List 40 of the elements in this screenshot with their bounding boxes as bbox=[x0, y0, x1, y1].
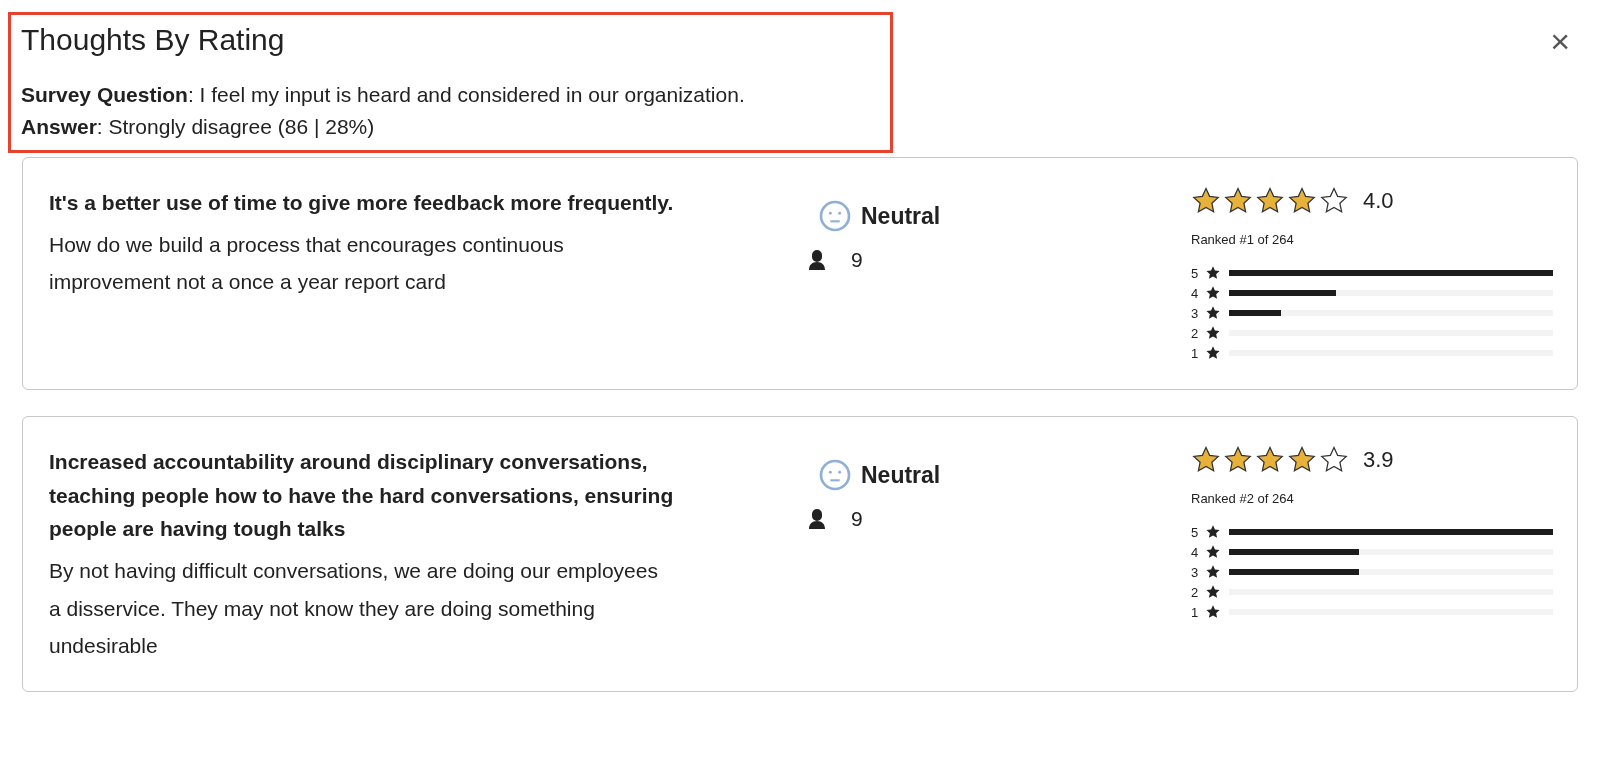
star-icon bbox=[1205, 345, 1221, 361]
survey-question: Survey Question: I feel my input is heard and considered in our organization. bbox=[21, 82, 746, 108]
average-rating: 3.9 bbox=[1363, 447, 1394, 473]
star-icon bbox=[1205, 604, 1221, 620]
close-button[interactable]: × bbox=[1550, 24, 1570, 58]
star-icon bbox=[1205, 544, 1221, 560]
star-level-label: 3 bbox=[1191, 305, 1200, 321]
star-icon bbox=[1205, 285, 1221, 301]
rank-text: Ranked #1 of 264 bbox=[1191, 232, 1295, 247]
dialog-title: Thoughts By Rating bbox=[21, 23, 286, 57]
participant-count: 9 bbox=[851, 507, 863, 531]
sentiment-label: Neutral bbox=[861, 202, 941, 230]
star-level-label: 3 bbox=[1191, 564, 1200, 580]
star-level-label: 4 bbox=[1191, 285, 1200, 301]
rank-text: Ranked #2 of 264 bbox=[1191, 491, 1295, 506]
star-icon bbox=[1205, 524, 1221, 540]
participant-count: 9 bbox=[851, 248, 863, 272]
star-level-label: 4 bbox=[1191, 544, 1200, 560]
star-level-label: 2 bbox=[1191, 325, 1200, 341]
person-icon bbox=[807, 508, 827, 530]
thought-body: By not having difficult conversations, we are doing our employees a disservice. They may not know they are doing something undesirable bbox=[49, 557, 659, 660]
sentiment-label: Neutral bbox=[861, 461, 941, 489]
thought-body: How do we build a process that encourages continuous improvement not a once a year report card bbox=[49, 231, 565, 296]
star-icon bbox=[1205, 584, 1221, 600]
average-rating: 4.0 bbox=[1363, 188, 1394, 214]
star-icon bbox=[1205, 325, 1221, 341]
survey-answer: Answer: Strongly disagree (86 | 28%) bbox=[21, 113, 376, 140]
star-icon bbox=[1205, 305, 1221, 321]
star-icon bbox=[1205, 265, 1221, 281]
star-level-label: 5 bbox=[1191, 265, 1200, 281]
person-icon bbox=[807, 249, 827, 271]
star-level-label: 1 bbox=[1191, 604, 1200, 620]
star-level-label: 5 bbox=[1191, 524, 1200, 540]
star-icon bbox=[1205, 564, 1221, 580]
star-level-label: 1 bbox=[1191, 345, 1200, 361]
thought-title: Increased accountability around disciplinary conversations, teaching people how to have the hard conversations, ensuring people are having tough talks bbox=[49, 449, 675, 543]
neutral-face-icon bbox=[819, 459, 851, 491]
star-level-label: 2 bbox=[1191, 584, 1200, 600]
thought-title: It's a better use of time to give more feedback more frequently. bbox=[49, 190, 675, 216]
neutral-face-icon bbox=[819, 200, 851, 232]
